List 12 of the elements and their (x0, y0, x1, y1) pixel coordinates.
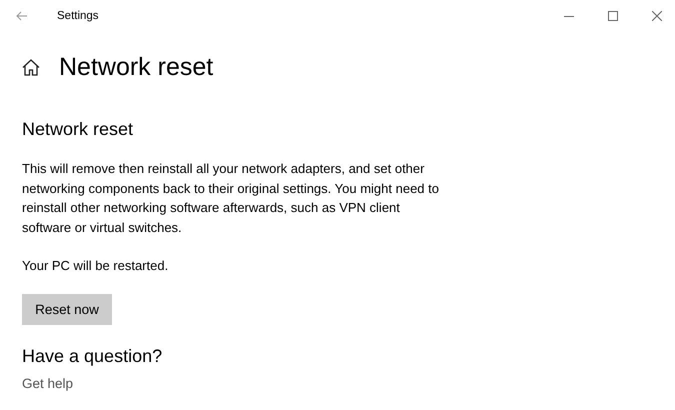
back-icon[interactable] (16, 10, 28, 20)
maximize-icon[interactable] (608, 10, 618, 20)
restart-note: Your PC will be restarted. (22, 257, 170, 275)
page-title: Network reset (59, 53, 214, 82)
reset-now-button[interactable]: Reset now (22, 294, 112, 324)
close-icon[interactable] (652, 10, 662, 20)
section-heading: Network reset (22, 119, 134, 140)
window-title: Settings (57, 10, 99, 22)
get-help-link[interactable]: Get help (22, 376, 74, 390)
home-icon[interactable] (22, 59, 40, 76)
help-heading: Have a question? (22, 346, 164, 366)
description-text: This will remove then reinstall all your network adapters, and set other networking components back to their original settings. You might need to reinstall other networking software afterwards, such as VPN client software or virtual switches. (22, 160, 440, 236)
